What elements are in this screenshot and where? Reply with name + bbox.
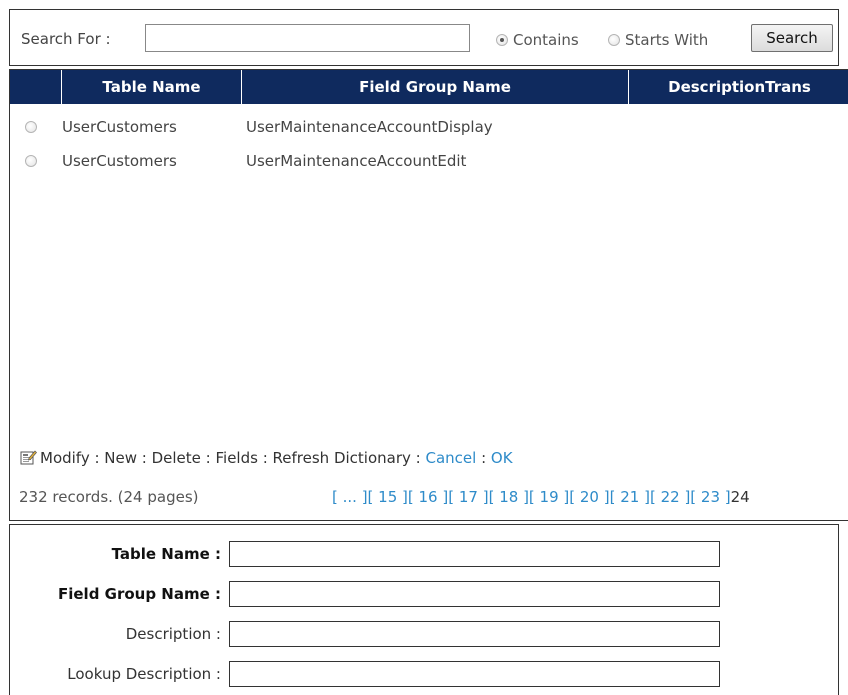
- pager-page-link[interactable]: 21: [620, 488, 639, 506]
- pager-prev-link[interactable]: [ ... ]: [332, 488, 368, 506]
- field-group-name-field[interactable]: [229, 581, 720, 607]
- lookup-description-field[interactable]: [229, 661, 720, 687]
- table-name-cell: UserCustomers: [62, 152, 177, 170]
- action-separator: :: [89, 449, 105, 467]
- table-name-cell: UserCustomers: [62, 118, 177, 136]
- edit-form-icon: [20, 449, 37, 465]
- cancel-link[interactable]: Cancel: [425, 449, 476, 467]
- form-row-lookup-description: Lookup Description :: [10, 658, 840, 690]
- action-separator: :: [476, 449, 491, 467]
- column-header-field-group-name[interactable]: Field Group Name: [242, 70, 629, 104]
- contains-label: Contains: [513, 30, 579, 49]
- pager-current-page: 24: [730, 488, 750, 506]
- modify-action[interactable]: Modify: [40, 449, 90, 467]
- row-select-radio[interactable]: [25, 155, 37, 167]
- starts-with-option[interactable]: Starts With: [608, 30, 708, 49]
- pager-page-link[interactable]: 18: [499, 488, 518, 506]
- pager-page-link[interactable]: 22: [661, 488, 680, 506]
- search-button[interactable]: Search: [751, 24, 833, 52]
- action-bar: Modify : New : Delete : Fields : Refresh…: [20, 449, 513, 467]
- pager-page-link[interactable]: 20: [580, 488, 599, 506]
- field-group-name-label: Field Group Name :: [57, 585, 221, 603]
- action-separator: :: [200, 449, 216, 467]
- table-name-field[interactable]: [229, 541, 720, 567]
- contains-radio[interactable]: [496, 33, 508, 46]
- table-name-label: Table Name :: [111, 545, 221, 563]
- field-group-name-cell: UserMaintenanceAccountEdit: [246, 152, 467, 170]
- search-for-label: Search For :: [21, 30, 111, 48]
- pager-page-link[interactable]: 17: [459, 488, 478, 506]
- form-row-table-name: Table Name :: [10, 538, 840, 570]
- action-separator: :: [257, 449, 273, 467]
- fields-action[interactable]: Fields: [216, 449, 258, 467]
- column-header-description-trans[interactable]: DescriptionTrans: [629, 70, 848, 104]
- table-row[interactable]: UserCustomers UserMaintenanceAccountDisp…: [10, 111, 848, 143]
- results-grid: Table Name Field Group Name DescriptionT…: [9, 69, 848, 521]
- pagination: [ ... ][ 15 ][ 16 ][ 17 ][ 18 ][ 19 ][ 2…: [332, 488, 750, 506]
- select-column-header: [10, 70, 62, 104]
- starts-with-label: Starts With: [625, 30, 709, 49]
- refresh-dictionary-action[interactable]: Refresh Dictionary: [273, 449, 411, 467]
- search-panel: Search For : Contains Starts With Search: [9, 9, 839, 66]
- records-count: 232 records. (24 pages): [19, 488, 199, 506]
- action-separator: :: [410, 449, 426, 467]
- new-action[interactable]: New: [104, 449, 137, 467]
- table-row[interactable]: UserCustomers UserMaintenanceAccountEdit: [10, 145, 848, 177]
- edit-form-panel: Table Name : Field Group Name : Descript…: [9, 524, 839, 695]
- lookup-description-label: Lookup Description :: [67, 665, 221, 683]
- pager-page-link[interactable]: 15: [378, 488, 397, 506]
- grid-header: Table Name Field Group Name DescriptionT…: [10, 70, 848, 104]
- pager-page-link[interactable]: 16: [419, 488, 438, 506]
- delete-action[interactable]: Delete: [152, 449, 201, 467]
- field-group-name-cell: UserMaintenanceAccountDisplay: [246, 118, 493, 136]
- description-field[interactable]: [229, 621, 720, 647]
- ok-link[interactable]: OK: [491, 449, 513, 467]
- search-input[interactable]: [145, 24, 470, 52]
- row-select-radio[interactable]: [25, 121, 37, 133]
- column-header-table-name[interactable]: Table Name: [62, 70, 242, 104]
- action-separator: :: [137, 449, 152, 467]
- form-row-description: Description :: [10, 618, 840, 650]
- pager-page-link[interactable]: 23: [701, 488, 720, 506]
- pager-page-link[interactable]: 19: [540, 488, 559, 506]
- contains-option[interactable]: Contains: [496, 30, 579, 49]
- starts-with-radio[interactable]: [608, 33, 620, 46]
- description-label: Description :: [125, 625, 221, 643]
- form-row-field-group-name: Field Group Name :: [10, 578, 840, 610]
